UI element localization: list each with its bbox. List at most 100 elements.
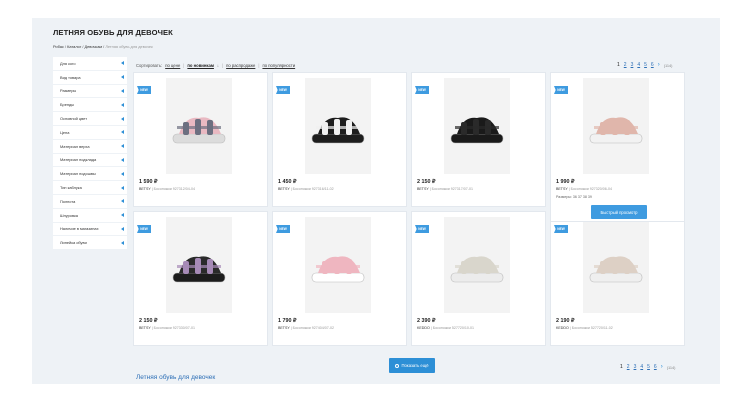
product-brand: BETSY bbox=[278, 187, 290, 191]
chevron-left-icon bbox=[121, 157, 124, 162]
quick-view-button[interactable]: Быстрый просмотр bbox=[591, 205, 647, 219]
pager-page-1[interactable]: 1 bbox=[620, 364, 623, 370]
pager-page-3[interactable]: 3 bbox=[634, 364, 637, 370]
new-badge: NEW bbox=[276, 225, 290, 233]
product-brand-line: BETSY | Босоножки 927312/04-04 bbox=[139, 187, 195, 191]
product-brand-line: BETSY | Босоножки 927317/07-01 bbox=[417, 187, 473, 191]
product-image[interactable] bbox=[166, 217, 232, 313]
product-card[interactable]: NEW 1 990 ₽ BETSY | Босоножки 927320/06-04… bbox=[550, 72, 685, 222]
pager-page-4[interactable]: 4 bbox=[640, 364, 643, 370]
product-price: 2 390 ₽ bbox=[417, 318, 436, 324]
breadcrumb-item-robas[interactable]: Робас bbox=[53, 44, 64, 49]
sort-by-price[interactable]: по цене bbox=[165, 63, 180, 68]
chevron-left-icon bbox=[121, 102, 124, 107]
filter-item[interactable]: Полнота bbox=[53, 195, 127, 209]
pager-page-6[interactable]: 6 bbox=[651, 62, 654, 68]
page-title: ЛЕТНЯЯ ОБУВЬ ДЛЯ ДЕВОЧЕК bbox=[53, 28, 173, 37]
sort-by-popularity[interactable]: по популярности bbox=[262, 63, 295, 68]
product-image[interactable] bbox=[444, 217, 510, 313]
pager-page-3[interactable]: 3 bbox=[631, 62, 634, 68]
filter-item-label: Материал подклада bbox=[60, 157, 97, 163]
show-more-button[interactable]: Показать ещё bbox=[389, 358, 435, 373]
product-brand: KEDDO bbox=[417, 326, 430, 330]
new-badge: NEW bbox=[137, 86, 151, 94]
product-image[interactable] bbox=[444, 78, 510, 174]
filter-item[interactable]: Вид товара bbox=[53, 71, 127, 85]
product-brand-line: KEDDO | Босоножки 527720/10-01 bbox=[417, 326, 474, 330]
filter-item-label: Шнуровка bbox=[60, 212, 78, 218]
product-image[interactable] bbox=[583, 78, 649, 174]
product-image[interactable] bbox=[166, 78, 232, 174]
product-price: 1 450 ₽ bbox=[278, 179, 297, 185]
filter-item[interactable]: Шнуровка bbox=[53, 209, 127, 223]
pager-page-5[interactable]: 5 bbox=[647, 364, 650, 370]
sort-by-sale[interactable]: по распродаже bbox=[226, 63, 255, 68]
product-image[interactable] bbox=[305, 78, 371, 174]
pager-page-2[interactable]: 2 bbox=[627, 364, 630, 370]
pager-page-1[interactable]: 1 bbox=[617, 62, 620, 68]
product-brand: BETSY bbox=[417, 187, 429, 191]
filter-sidebar: Для кого Вид товара Размеры Бренды Основной … bbox=[53, 57, 127, 251]
breadcrumb: Робас / Каталог / Девочкам / Летняя обув… bbox=[53, 44, 153, 49]
filter-item[interactable]: Материал подошвы bbox=[53, 167, 127, 182]
filter-item[interactable]: Бренды bbox=[53, 98, 127, 113]
product-brand-line: BETSY | Босоножки 927404/07-02 bbox=[278, 326, 334, 330]
product-article: | Босоножки 527720/10-01 bbox=[429, 326, 475, 330]
chevron-left-icon bbox=[121, 130, 124, 135]
new-badge: NEW bbox=[415, 225, 429, 233]
filter-item[interactable]: Размеры bbox=[53, 85, 127, 99]
chevron-left-icon bbox=[121, 199, 124, 204]
pager-bottom: 1 2 3 4 5 6 › (114) bbox=[620, 364, 675, 370]
breadcrumb-item-catalog[interactable]: Каталог bbox=[67, 44, 81, 49]
chevron-left-icon bbox=[121, 185, 124, 190]
pager-page-6[interactable]: 6 bbox=[654, 364, 657, 370]
pager-next-icon[interactable]: › bbox=[661, 364, 663, 370]
chevron-left-icon bbox=[121, 61, 124, 66]
product-card[interactable]: NEW 2 190 ₽ KEDDO | Босоножки 527720/11-02 bbox=[550, 211, 685, 346]
filter-item[interactable]: Материал верха bbox=[53, 140, 127, 154]
filter-item[interactable]: Основной цвет bbox=[53, 112, 127, 126]
product-card[interactable]: NEW 1 790 ₽ BETSY | Босоножки 927404/07-02 bbox=[272, 211, 407, 346]
refresh-icon bbox=[395, 363, 400, 368]
product-card[interactable]: NEW 2 390 ₽ KEDDO | Босоножки 527720/10-01 bbox=[411, 211, 546, 346]
filter-item[interactable]: Для кого bbox=[53, 57, 127, 71]
product-card[interactable]: NEW 1 590 ₽ BETSY | Босоножки 927312/04-04 bbox=[133, 72, 268, 207]
filter-item[interactable]: Наличие в магазинах bbox=[53, 223, 127, 237]
product-article: | Босоножки 527720/11-02 bbox=[568, 326, 613, 330]
sort-by-new[interactable]: по новинкам bbox=[187, 63, 214, 68]
product-card[interactable]: NEW 2 150 ₽ BETSY | Босоножки 927330/07-01 bbox=[133, 211, 268, 346]
product-card[interactable]: NEW 2 150 ₽ BETSY | Босоножки 927317/07-01 bbox=[411, 72, 546, 207]
product-price: 1 590 ₽ bbox=[139, 179, 158, 185]
sandal-icon bbox=[589, 117, 643, 144]
product-brand: BETSY bbox=[278, 326, 290, 330]
pager-page-5[interactable]: 5 bbox=[644, 62, 647, 68]
product-price: 1 990 ₽ bbox=[556, 179, 575, 185]
product-article: | Босоножки 927317/07-01 bbox=[428, 187, 473, 191]
chevron-left-icon bbox=[121, 116, 124, 121]
filter-item-label: Наличие в магазинах bbox=[60, 226, 99, 232]
filter-item[interactable]: Линейка обуви bbox=[53, 236, 127, 251]
product-card[interactable]: NEW 1 450 ₽ BETSY | Босоножки 927316/11-02 bbox=[272, 72, 407, 207]
filter-item[interactable]: Материал подклада bbox=[53, 154, 127, 168]
product-image[interactable] bbox=[305, 217, 371, 313]
filter-item-label: Тип каблука bbox=[60, 185, 82, 191]
filter-item[interactable]: Тип каблука bbox=[53, 181, 127, 195]
sandal-icon bbox=[172, 117, 226, 144]
filter-item-label: Цена bbox=[60, 129, 70, 135]
pager-total: (114) bbox=[663, 62, 673, 68]
pager-page-2[interactable]: 2 bbox=[624, 62, 627, 68]
filter-item-label: Материал верха bbox=[60, 143, 90, 149]
chevron-left-icon bbox=[121, 75, 124, 80]
new-badge: NEW bbox=[554, 86, 568, 94]
filter-item[interactable]: Цена bbox=[53, 126, 127, 140]
breadcrumb-item-girls[interactable]: Девочкам bbox=[85, 44, 103, 49]
new-badge: NEW bbox=[276, 86, 290, 94]
product-image[interactable] bbox=[583, 217, 649, 313]
product-price: 1 790 ₽ bbox=[278, 318, 297, 324]
pager-page-4[interactable]: 4 bbox=[637, 62, 640, 68]
product-brand: KEDDO bbox=[556, 326, 569, 330]
product-brand-line: BETSY | Босоножки 927330/07-01 bbox=[139, 326, 195, 330]
sandal-icon bbox=[450, 256, 504, 283]
pager-next-icon[interactable]: › bbox=[658, 62, 660, 68]
product-sizes: Размеры: 36 37 38 39 bbox=[556, 195, 592, 199]
